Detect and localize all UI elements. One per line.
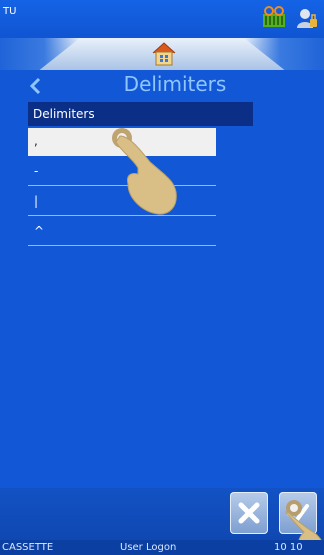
list-header: Delimiters xyxy=(28,102,253,126)
list-item-caret[interactable]: ^ xyxy=(28,218,216,246)
list-item-pipe[interactable]: | xyxy=(28,188,216,216)
bottom-bar xyxy=(0,488,324,540)
home-bar xyxy=(0,38,324,70)
page-title: Delimiters xyxy=(123,72,227,96)
cancel-button[interactable] xyxy=(230,492,268,534)
check-icon xyxy=(287,504,309,525)
cassette-ribbon-icon[interactable] xyxy=(262,6,286,28)
chevron-left-icon[interactable] xyxy=(28,76,44,96)
home-bar-left-wedge xyxy=(0,38,80,70)
home-bar-right-wedge xyxy=(244,38,324,70)
home-icon[interactable] xyxy=(150,40,178,68)
top-bar: TU xyxy=(0,0,324,38)
app-title: TU xyxy=(3,6,17,17)
list-item-comma[interactable]: , xyxy=(28,128,216,156)
status-right: 10 10 xyxy=(274,542,303,553)
status-left: CASSETTE xyxy=(2,542,54,553)
status-middle: User Logon xyxy=(120,542,177,553)
status-bar: CASSETTE User Logon 10 10 xyxy=(0,540,324,555)
user-icon[interactable] xyxy=(296,7,318,29)
confirm-button[interactable] xyxy=(279,492,317,534)
list-item-dash[interactable]: - xyxy=(28,158,216,186)
close-icon xyxy=(238,502,260,524)
